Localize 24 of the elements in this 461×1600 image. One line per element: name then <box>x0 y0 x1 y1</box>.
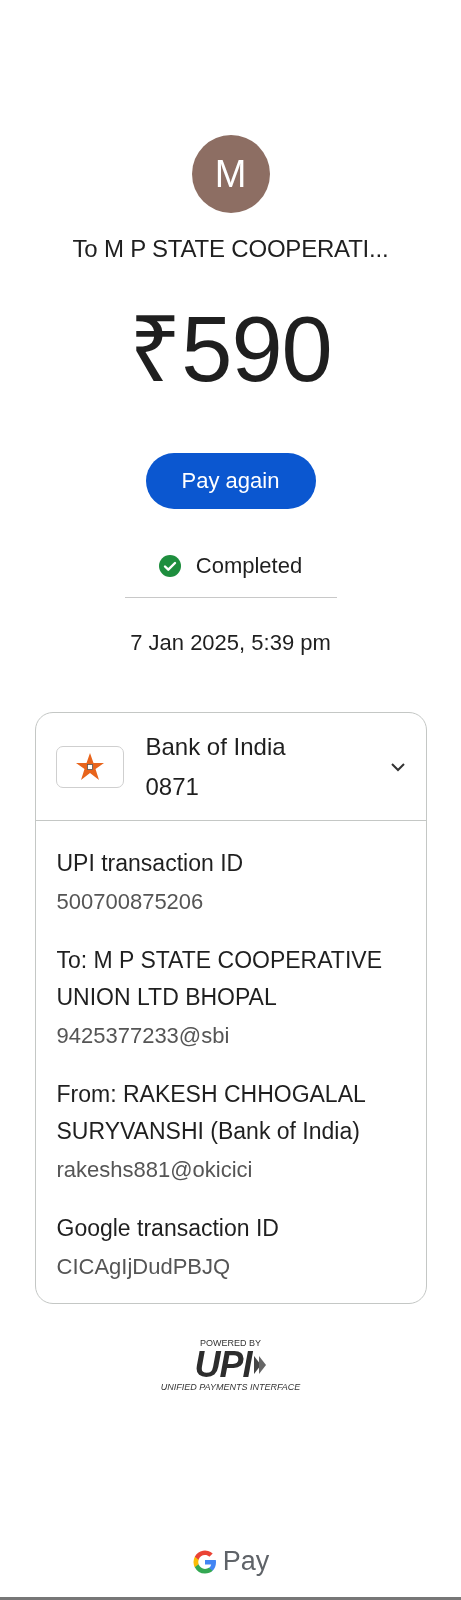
detail-label: To: M P STATE COOPERATIVE UNION LTD BHOPAL <box>56 946 383 1012</box>
upi-tagline: UNIFIED PAYMENTS INTERFACE <box>160 1382 301 1393</box>
amount: ₹590 <box>129 303 332 395</box>
pay-again-button[interactable]: Pay again <box>145 453 316 509</box>
detail-value: CICAgIjDudPBJQ <box>56 1253 232 1281</box>
detail-value: 500700875206 <box>56 888 205 916</box>
detail-label: UPI transaction ID <box>56 849 245 878</box>
arrow-icon <box>252 1354 267 1376</box>
payee-title: To M P STATE COOPERATI... <box>72 235 389 263</box>
brand-name: Pay <box>222 1546 270 1577</box>
detail-label: Google transaction ID <box>56 1214 280 1243</box>
powered-by-label: POWERED BY <box>200 1338 261 1348</box>
bank-name: Bank of India <box>145 731 287 762</box>
avatar: M <box>191 135 270 213</box>
upi-logo-text: UPI <box>194 1348 252 1382</box>
detail-label: From: RAKESH CHHOGALAL SURYVANSHI (Bank of India) <box>56 1080 366 1146</box>
account-number: 0871 <box>145 771 200 802</box>
google-g-icon <box>191 1548 218 1575</box>
bank-logo-icon <box>55 745 124 788</box>
detail-value: 9425377233@sbi <box>56 1022 231 1050</box>
detail-value: rakeshs881@okicici <box>56 1156 254 1184</box>
status-label: Completed <box>195 553 303 579</box>
chevron-down-icon[interactable] <box>389 761 406 772</box>
date-time: 7 Jan 2025, 5:39 pm <box>130 630 331 656</box>
